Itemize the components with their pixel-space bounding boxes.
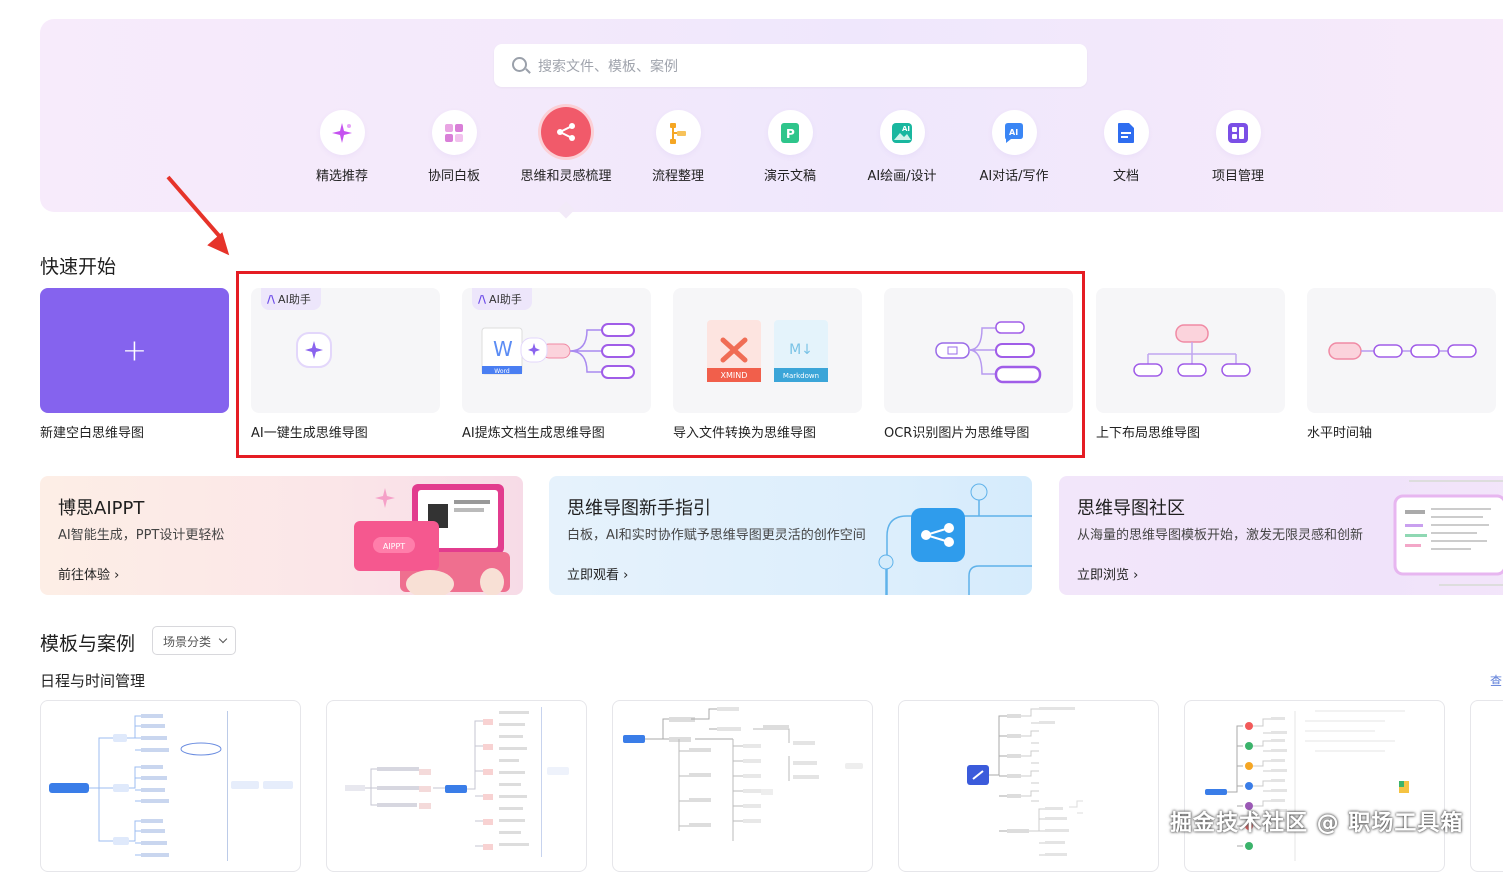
new-blank-thumb: + <box>40 288 229 413</box>
banner-subtitle: 从海量的思维导图模板开始，激发无限灵感和创新 <box>1077 528 1364 543</box>
banner-subtitle: AI智能生成，PPT设计更轻松 <box>58 528 225 543</box>
watermark: 掘金技术社区 @ 职场工具箱 <box>1170 811 1464 836</box>
search-placeholder: 搜索文件、模板、案例 <box>538 59 678 75</box>
template-thumbnail <box>49 711 293 861</box>
top-down-mindmap-card[interactable]: 上下布局思维导图 <box>1096 288 1285 441</box>
category-ai-drawing[interactable]: AI AI绘画/设计 <box>846 110 958 184</box>
timeline-thumb <box>1307 288 1496 413</box>
template-card[interactable] <box>1184 700 1445 872</box>
svg-text:AI: AI <box>1009 128 1018 137</box>
chevron-right-icon: › <box>623 568 629 583</box>
chevron-down-icon <box>218 634 228 644</box>
flowchart-icon <box>655 110 701 155</box>
ai-image-icon: AI <box>879 110 925 155</box>
category-label: 流程整理 <box>651 169 704 184</box>
template-card[interactable] <box>40 700 301 872</box>
horizontal-timeline-card[interactable]: 水平时间轴 <box>1307 288 1496 441</box>
card-label: 上下布局思维导图 <box>1096 426 1201 441</box>
category-label: 文档 <box>1112 169 1139 184</box>
template-thumbnail <box>967 707 1083 856</box>
community-banner[interactable]: 思维导图社区 从海量的思维导图模板开始，激发无限灵感和创新 立即浏览 › <box>1059 476 1503 595</box>
svg-text:AIPPT: AIPPT <box>383 542 405 551</box>
category-label: 精选推荐 <box>315 169 368 184</box>
view-more-link[interactable]: 查 <box>1490 672 1502 689</box>
banner-link[interactable]: 立即观看 › <box>567 564 628 583</box>
category-featured[interactable]: 精选推荐 <box>286 110 398 184</box>
svg-text:P: P <box>786 127 795 141</box>
category-label: 项目管理 <box>1211 169 1264 184</box>
template-thumbnail <box>345 707 569 857</box>
banner-title: 思维导图社区 <box>1077 498 1185 519</box>
banner-title: 思维导图新手指引 <box>567 498 711 519</box>
banner-subtitle: 白板，AI和实时协作赋予思维导图更灵活的创作空间 <box>567 528 866 543</box>
aippt-banner[interactable]: AIPPT 博思AIPPT AI智能生成，PPT设计更轻松 前往体验 › <box>40 476 523 595</box>
search-icon <box>512 57 527 72</box>
card-label: 水平时间轴 <box>1307 426 1373 441</box>
banner-link[interactable]: 前往体验 › <box>58 564 119 583</box>
category-project[interactable]: 项目管理 <box>1182 110 1294 184</box>
beginner-guide-banner[interactable]: 思维导图新手指引 白板，AI和实时协作赋予思维导图更灵活的创作空间 立即观看 › <box>549 476 1032 595</box>
category-label: 思维和灵感梳理 <box>520 169 612 184</box>
category-label: 协同白板 <box>427 169 480 184</box>
chevron-right-icon: › <box>1133 568 1139 583</box>
plus-icon: + <box>121 333 148 368</box>
chevron-right-icon: › <box>114 568 120 583</box>
banner-title: 博思AIPPT <box>58 498 145 519</box>
new-blank-mindmap-card[interactable]: + 新建空白思维导图 <box>40 288 229 441</box>
presentation-icon: P <box>767 110 813 155</box>
category-flow[interactable]: 流程整理 <box>622 110 734 184</box>
scene-category-dropdown[interactable]: 场景分类 <box>152 626 236 655</box>
category-whiteboard[interactable]: 协同白板 <box>398 110 510 184</box>
templates-title: 模板与案例 <box>40 633 136 655</box>
quick-start-title: 快速开始 <box>40 256 117 278</box>
search-box[interactable]: 搜索文件、模板、案例 <box>494 44 1087 87</box>
ai-chat-icon: AI <box>991 110 1037 155</box>
document-icon <box>1103 110 1149 155</box>
template-group-title: 日程与时间管理 <box>40 672 146 690</box>
template-card[interactable] <box>326 700 587 872</box>
template-card[interactable] <box>898 700 1159 872</box>
category-ai-writing[interactable]: AI AI对话/写作 <box>958 110 1070 184</box>
template-thumbnail <box>623 707 863 841</box>
mindmap-icon <box>541 107 591 157</box>
category-presentation[interactable]: P 演示文稿 <box>734 110 846 184</box>
svg-text:AI: AI <box>902 125 910 133</box>
top-down-thumb <box>1096 288 1285 413</box>
annotation-arrow-head <box>207 232 237 262</box>
card-label: 新建空白思维导图 <box>40 426 145 441</box>
whiteboard-icon <box>431 110 477 155</box>
category-label: AI绘画/设计 <box>867 169 937 184</box>
template-card-partial[interactable] <box>1470 700 1503 872</box>
category-label: 演示文稿 <box>763 169 816 184</box>
highlight-box <box>236 271 1085 458</box>
sparkle-icon <box>319 110 365 155</box>
dropdown-value: 场景分类 <box>163 635 212 649</box>
template-thumbnail <box>1205 710 1409 861</box>
project-icon <box>1215 110 1261 155</box>
category-mindmap[interactable]: 思维和灵感梳理 <box>510 107 622 184</box>
category-label: AI对话/写作 <box>979 169 1049 184</box>
template-card[interactable] <box>612 700 873 872</box>
banner-link[interactable]: 立即浏览 › <box>1077 564 1138 583</box>
category-document[interactable]: 文档 <box>1070 110 1182 184</box>
